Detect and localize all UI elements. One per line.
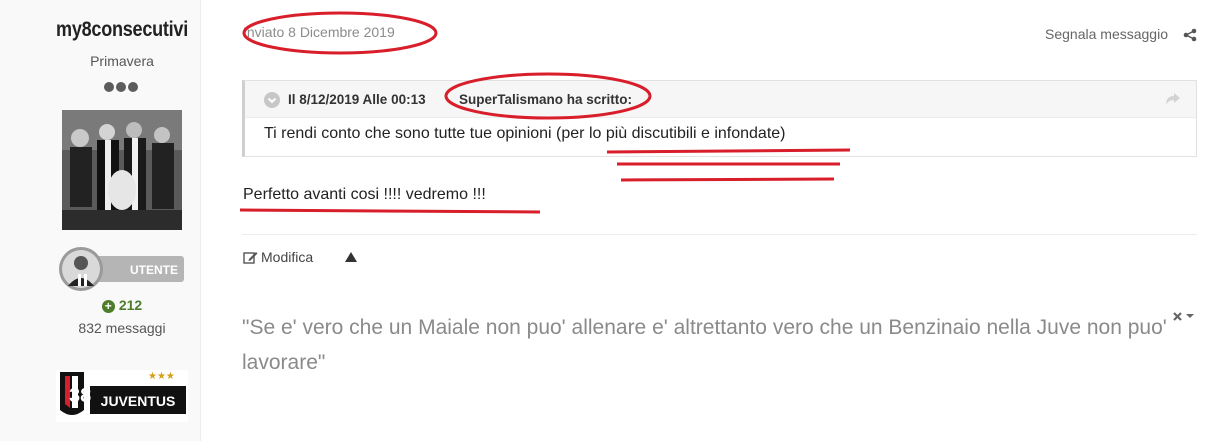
quote-author[interactable]: SuperTalismano ha scritto: <box>459 92 632 107</box>
caret-up-icon[interactable] <box>345 252 357 262</box>
signature: "Se e' vero che un Maiale non puo' allen… <box>242 316 1167 374</box>
chevron-down-icon[interactable] <box>264 92 280 108</box>
quote-text: Ti rendi conto che sono tutte tue opinio… <box>264 125 786 142</box>
reputation-badge: +212 <box>0 297 244 313</box>
quote-date: Il 8/12/2019 Alle 00:13 <box>288 92 426 107</box>
avatar[interactable] <box>62 110 182 230</box>
quote-header: Il 8/12/2019 Alle 00:13 SuperTalismano h… <box>245 81 1196 118</box>
juventus-logo: 38 JUVENTUS ★★★ <box>56 362 188 422</box>
author-rank: Primavera <box>90 53 154 69</box>
edit-label: Modifica <box>261 249 314 265</box>
author-panel: my8consecutivi Primavera UTENTE + 212 83… <box>0 0 201 441</box>
share-icon[interactable] <box>1183 28 1197 42</box>
edit-icon <box>243 252 258 264</box>
group-badge-label: UTENTE <box>130 263 178 277</box>
post-text: Perfetto avanti cosi !!!! vedremo !!! <box>243 186 486 203</box>
reply-arrow-icon[interactable] <box>1164 91 1182 107</box>
rank-pips <box>104 79 144 92</box>
quote-block: Il 8/12/2019 Alle 00:13 SuperTalismano h… <box>242 80 1197 157</box>
svg-text:★★★: ★★★ <box>148 371 175 382</box>
plus-icon: + <box>101 300 115 313</box>
logo-number: 38 <box>69 385 91 407</box>
report-link[interactable]: Segnala messaggio <box>1045 26 1168 42</box>
reputation-value: 212 <box>118 297 143 313</box>
edit-button[interactable]: Modifica <box>243 249 313 265</box>
group-badge: UTENTE <box>58 246 186 292</box>
author-name[interactable]: my8consecutivi <box>17 18 227 42</box>
logo-text: JUVENTUS <box>101 393 176 409</box>
post-date[interactable]: Inviato 8 Dicembre 2019 <box>243 24 395 40</box>
divider <box>242 234 1197 235</box>
post-count: 832 messaggi <box>78 320 166 336</box>
close-dropdown-icon[interactable] <box>1172 311 1198 326</box>
